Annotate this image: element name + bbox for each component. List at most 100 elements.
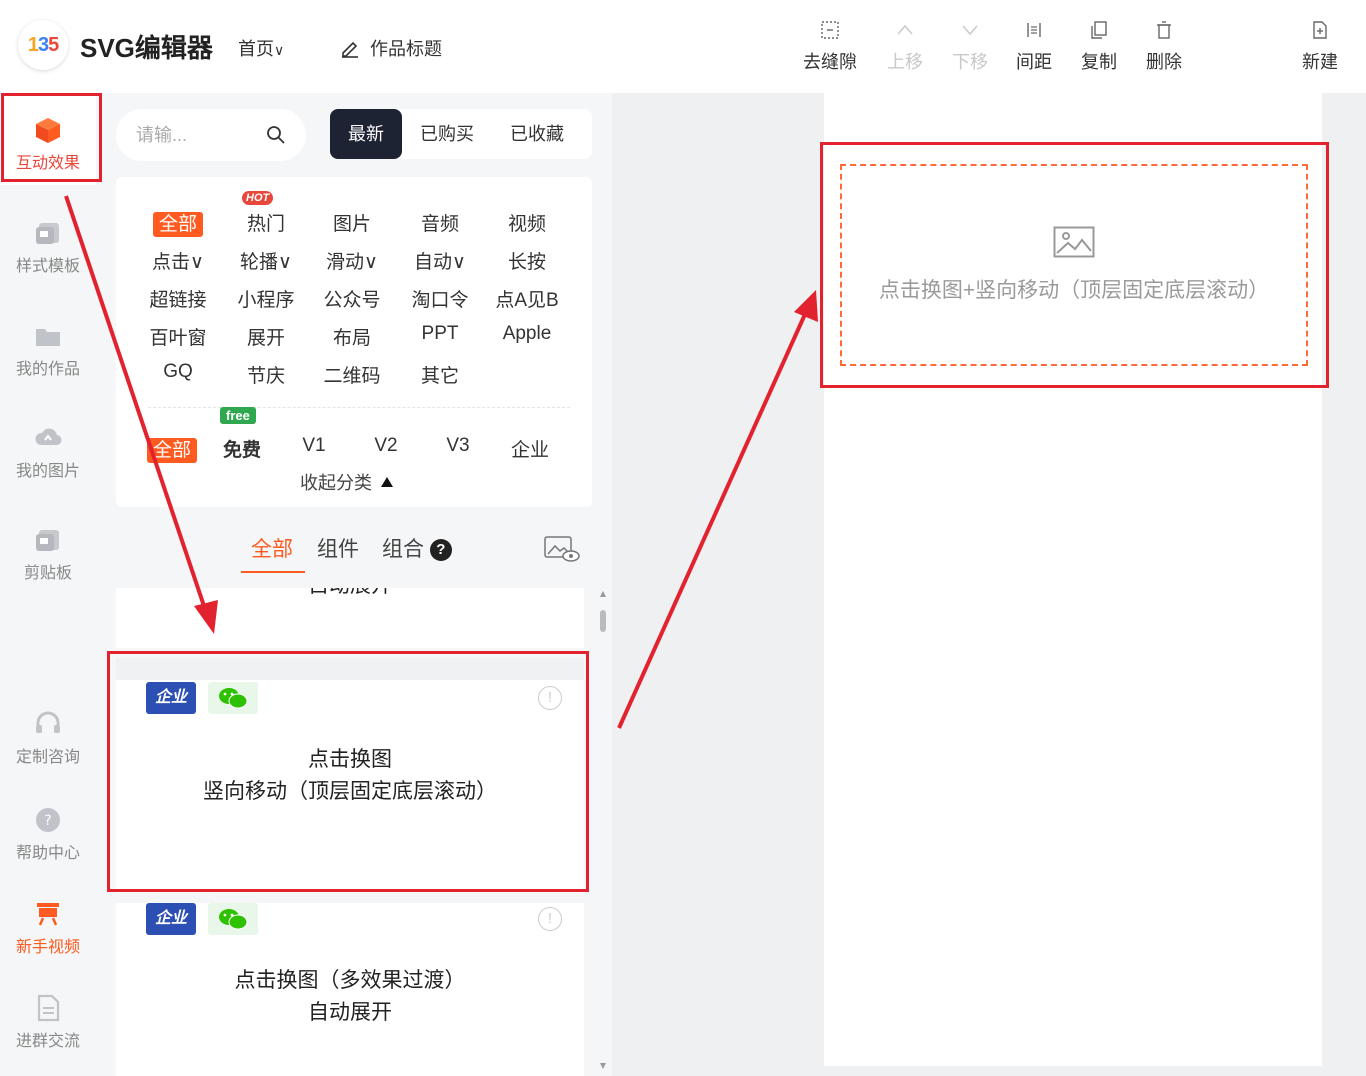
- category-taobao-code[interactable]: 淘口令: [400, 285, 480, 312]
- category-qrcode[interactable]: 二维码: [312, 361, 392, 388]
- category-hyperlink[interactable]: 超链接: [138, 285, 218, 312]
- delete-button[interactable]: 删除: [1132, 20, 1196, 74]
- move-down-button[interactable]: 下移: [938, 20, 1002, 74]
- price-all[interactable]: 全部: [132, 435, 212, 463]
- chevron-down-icon: [962, 25, 978, 36]
- category-card: 全部 HOT 热门 图片 音频 视频 点击∨ 轮播∨ 滑动∨ 自动∨ 长按 超链…: [116, 177, 592, 507]
- category-apple[interactable]: Apple: [487, 323, 567, 345]
- spacing-button[interactable]: 间距: [1002, 20, 1066, 74]
- rail-item-my-images[interactable]: 我的图片: [0, 423, 96, 481]
- app-logo: 135: [18, 20, 68, 70]
- copy-icon: [1091, 21, 1107, 39]
- gap-icon: [821, 21, 839, 39]
- annotation-box-rail: [1, 93, 102, 182]
- rail-item-custom-consulting[interactable]: 定制咨询: [0, 709, 96, 767]
- chevron-down-icon: ∨: [274, 42, 285, 58]
- category-hot[interactable]: 热门: [226, 209, 306, 236]
- wechat-icon: [208, 903, 258, 935]
- pencil-icon: [342, 41, 358, 58]
- rail-item-beginner-videos[interactable]: 新手视频: [0, 899, 96, 957]
- category-click[interactable]: 点击∨: [138, 247, 218, 274]
- caret-up-icon: [381, 477, 393, 487]
- work-title-field[interactable]: 作品标题: [340, 35, 442, 61]
- help-icon[interactable]: ?: [429, 539, 452, 562]
- move-up-button[interactable]: 上移: [873, 20, 937, 74]
- icon-rail: 互动效果 样式模板 我的作品 我的图片 剪贴板 定制咨询 ? 帮助中心 新手视频…: [0, 93, 96, 1076]
- scrollbar-thumb[interactable]: [600, 610, 606, 632]
- video-icon: [37, 903, 59, 926]
- new-file-icon: [1313, 21, 1327, 39]
- segment-purchased[interactable]: 已购买: [402, 109, 492, 159]
- list-scrollbar[interactable]: [596, 590, 608, 1076]
- search-icon[interactable]: [266, 125, 286, 145]
- category-ppt[interactable]: PPT: [400, 323, 480, 345]
- search-input[interactable]: [136, 124, 256, 146]
- image-preview-icon[interactable]: [544, 535, 580, 563]
- category-festival[interactable]: 节庆: [226, 361, 306, 388]
- effects-panel: 最新 已购买 已收藏 全部 HOT 热门 图片 音频 视频 点击∨ 轮播∨ 滑动…: [96, 93, 612, 1076]
- info-icon[interactable]: !: [538, 907, 562, 931]
- enterprise-tag: 企业: [146, 903, 196, 935]
- annotation-box-canvas: [820, 142, 1329, 388]
- rail-item-style-templates[interactable]: 样式模板: [0, 218, 96, 276]
- segment-latest[interactable]: 最新: [330, 109, 402, 159]
- category-video[interactable]: 视频: [487, 209, 567, 236]
- item-title: 自动展开: [116, 588, 584, 602]
- folder-icon: [36, 329, 60, 346]
- app-title: SVG编辑器: [80, 33, 213, 63]
- category-official-account[interactable]: 公众号: [312, 285, 392, 312]
- category-carousel[interactable]: 轮播∨: [226, 247, 306, 274]
- copy-button[interactable]: 复制: [1067, 20, 1131, 74]
- list-item[interactable]: 自动展开: [116, 588, 584, 648]
- headset-icon: [36, 711, 60, 733]
- price-free[interactable]: 免费: [202, 435, 282, 462]
- rail-item-help-center[interactable]: ? 帮助中心: [0, 805, 96, 863]
- template-icon: [36, 223, 59, 244]
- document-icon: [37, 994, 60, 1022]
- remove-gap-button[interactable]: 去缝隙: [798, 20, 862, 74]
- content-subtabs: 全部 组件 组合 ?: [116, 523, 592, 575]
- category-click-a-see-b[interactable]: 点A见B: [487, 285, 567, 312]
- category-layout[interactable]: 布局: [312, 323, 392, 350]
- home-menu[interactable]: 首页∨: [238, 35, 284, 61]
- subtab-combinations[interactable]: 组合 ?: [382, 533, 452, 563]
- price-v2[interactable]: V2: [346, 435, 426, 457]
- hot-badge: HOT: [242, 191, 274, 205]
- rail-item-clipboard[interactable]: 剪贴板: [0, 525, 96, 583]
- subtab-components[interactable]: 组件: [317, 533, 359, 563]
- clipboard-icon: [36, 530, 59, 551]
- item-title-line-1: 点击换图（多效果过渡）: [234, 969, 466, 992]
- top-header: 135 SVG编辑器 首页∨ 作品标题 去缝隙 上移 下移 间距 复制 删除 新…: [0, 0, 1366, 93]
- rail-item-join-group[interactable]: 进群交流: [0, 993, 96, 1051]
- category-image[interactable]: 图片: [312, 209, 392, 236]
- free-badge: free: [220, 407, 256, 424]
- category-divider: [148, 407, 570, 408]
- rail-item-my-works[interactable]: 我的作品: [0, 321, 96, 379]
- category-blinds[interactable]: 百叶窗: [138, 323, 218, 350]
- collapse-categories-button[interactable]: 收起分类: [300, 469, 394, 495]
- search-box: [116, 109, 306, 161]
- category-all[interactable]: 全部: [138, 209, 218, 237]
- segment-favorites[interactable]: 已收藏: [492, 109, 582, 159]
- svg-text:?: ?: [44, 813, 51, 829]
- category-other[interactable]: 其它: [400, 361, 480, 388]
- subtab-all[interactable]: 全部: [251, 533, 293, 563]
- scroll-down-icon[interactable]: [599, 1062, 607, 1070]
- price-enterprise[interactable]: 企业: [490, 435, 570, 462]
- category-mini-program[interactable]: 小程序: [226, 285, 306, 312]
- category-gq[interactable]: GQ: [138, 361, 218, 383]
- subtab-underline: [241, 571, 305, 573]
- category-auto[interactable]: 自动∨: [400, 247, 480, 274]
- scroll-up-icon[interactable]: [599, 590, 607, 598]
- category-audio[interactable]: 音频: [400, 209, 480, 236]
- category-expand[interactable]: 展开: [226, 323, 306, 350]
- spacing-icon: [1027, 23, 1041, 37]
- price-v3[interactable]: V3: [418, 435, 498, 457]
- price-v1[interactable]: V1: [274, 435, 354, 457]
- category-long-press[interactable]: 长按: [487, 247, 567, 274]
- category-slide[interactable]: 滑动∨: [312, 247, 392, 274]
- trash-icon: [1157, 21, 1171, 39]
- list-item[interactable]: 企业 ! 点击换图（多效果过渡） 自动展开: [116, 903, 584, 1076]
- new-button[interactable]: 新建: [1288, 20, 1352, 74]
- sort-segment: 最新 已购买 已收藏: [330, 109, 592, 159]
